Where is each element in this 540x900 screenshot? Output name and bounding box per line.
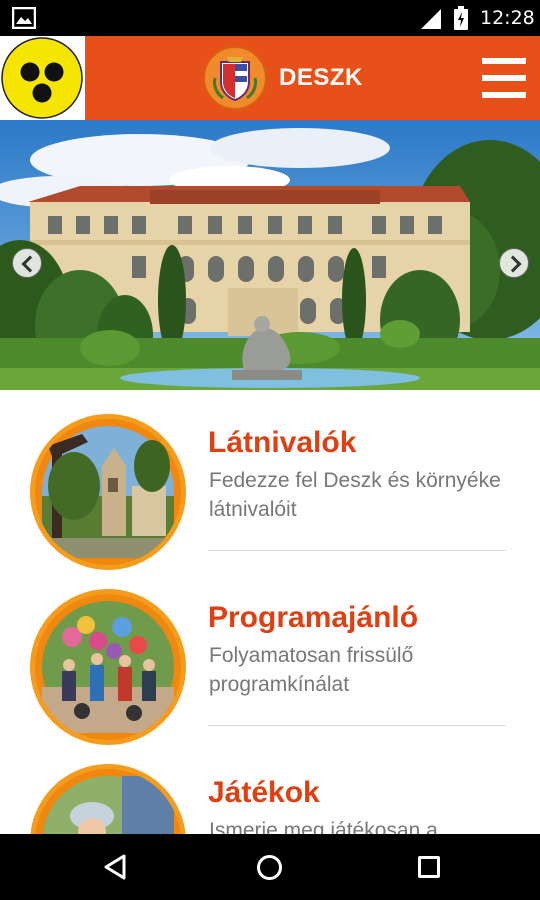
coat-of-arms-logo — [203, 46, 267, 110]
sights-thumbnail — [30, 414, 186, 570]
feature-list: Látnivalók Fedezze fel Deszk és környéke… — [0, 390, 540, 834]
accessibility-icon — [1, 37, 83, 119]
chevron-left-icon[interactable] — [12, 248, 42, 278]
app-title: DESZK — [279, 64, 363, 91]
back-icon[interactable] — [102, 853, 128, 881]
hero-banner[interactable] — [0, 120, 540, 390]
signal-icon — [421, 9, 441, 29]
feature-description: Folyamatosan frissülő programkínálat — [209, 644, 414, 696]
recent-apps-icon[interactable] — [418, 856, 440, 878]
divider — [208, 725, 506, 726]
battery-icon — [454, 6, 468, 30]
feature-programs[interactable]: Programajánló Folyamatosan frissülő prog… — [0, 565, 540, 745]
programs-thumbnail — [30, 589, 186, 745]
feature-description: Fedezze fel Deszk és környéke látnivalói… — [209, 469, 501, 521]
accessibility-button[interactable] — [0, 36, 85, 120]
hero-image — [0, 120, 540, 390]
home-icon[interactable] — [257, 855, 282, 880]
hamburger-menu-icon[interactable] — [482, 56, 526, 100]
status-bar: 12:28 — [0, 0, 540, 36]
status-time: 12:28 — [480, 7, 535, 29]
brand[interactable]: DESZK — [203, 46, 363, 110]
feature-sights[interactable]: Látnivalók Fedezze fel Deszk és környéke… — [0, 390, 540, 570]
notification-image-icon — [12, 7, 36, 29]
divider — [208, 550, 506, 551]
feature-description: Ismerje meg játékosan a — [209, 819, 438, 834]
app-bar: DESZK — [0, 36, 540, 120]
chevron-right-icon[interactable] — [499, 248, 529, 278]
feature-title: Programajánló — [208, 601, 419, 634]
feature-games[interactable]: Játékok Ismerje meg játékosan a — [0, 740, 540, 834]
navigation-bar — [0, 834, 540, 900]
games-thumbnail — [30, 764, 186, 834]
feature-title: Játékok — [208, 776, 320, 809]
feature-title: Látnivalók — [208, 426, 357, 459]
